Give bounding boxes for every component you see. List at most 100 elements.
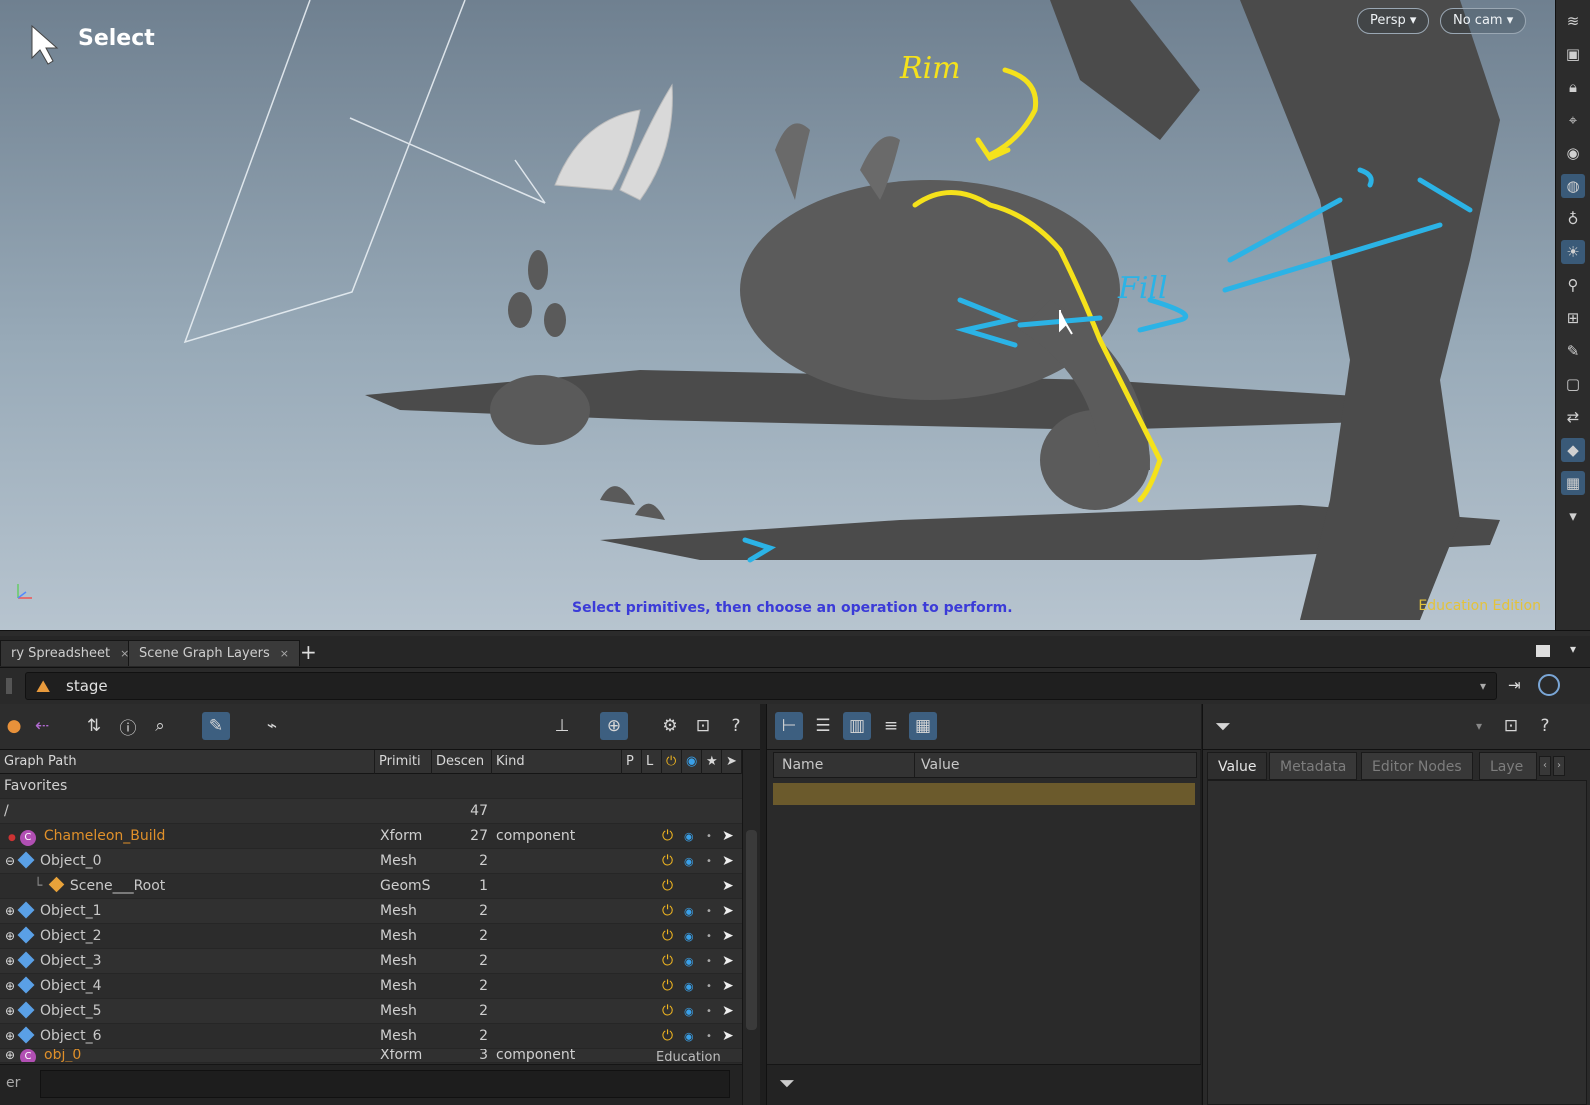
star-icon[interactable]: ★ [702,750,722,774]
add-tab-button[interactable]: + [300,640,317,664]
snapshot-icon[interactable]: ⊡ [689,712,717,740]
expand-icon[interactable]: ⊕ [4,899,16,924]
select-icon[interactable]: ➤ [722,750,742,774]
selected-attribute-row[interactable] [773,783,1195,805]
stage-path-field[interactable]: ⛰ stage ▾ [25,672,1497,700]
selectable-toggle-icon[interactable]: ➤ [722,949,734,974]
snapshot-icon[interactable]: ▣ [1561,42,1585,66]
tree-view-icon[interactable]: ⊢ [775,712,803,740]
collapse-icon[interactable]: ⊖ [4,849,16,874]
column-kind[interactable]: Kind [492,750,622,774]
expand-icon[interactable]: ⊕ [4,1024,16,1049]
scene-viewport[interactable]: Rim Fill Select Persp ▾ No cam ▾ Select … [0,0,1555,630]
lock-icon[interactable]: 🔒︎ [1561,75,1585,99]
solo-dot-icon[interactable]: • [706,974,712,999]
favorites-row[interactable]: Favorites [0,774,742,799]
active-toggle-icon[interactable]: ⏻ [662,874,673,899]
visibility-toggle-icon[interactable]: ◉ [684,899,694,924]
power-icon[interactable]: ⏻ [662,750,682,774]
filter-input[interactable] [40,1070,730,1098]
tab-scene-graph-layers[interactable]: Scene Graph Layers × [128,640,301,666]
camera-light-icon[interactable]: ⚲ [1561,273,1585,297]
rows-view-icon[interactable]: ≡ [877,712,905,740]
solo-dot-icon[interactable]: • [706,1024,712,1049]
perspective-menu-button[interactable]: Persp ▾ [1357,8,1430,34]
draw-icon[interactable]: ✎ [1561,339,1585,363]
expand-icon[interactable]: ⊕ [4,999,16,1024]
edit-icon[interactable]: ✎ [202,712,230,740]
solo-dot-icon[interactable]: • [706,924,712,949]
expand-icon[interactable]: ⊕ [4,949,16,974]
visibility-toggle-icon[interactable]: ◉ [684,974,694,999]
list-view-icon[interactable]: ☰ [809,712,837,740]
column-value[interactable]: Value [914,753,959,777]
solo-dot-icon[interactable]: • [706,999,712,1024]
active-toggle-icon[interactable]: ⏻ [662,974,673,999]
sliders-icon[interactable]: ⇅ [80,712,108,740]
color-icon[interactable]: ◆ [1561,438,1585,462]
target-icon[interactable]: ⊕ [600,712,628,740]
search-icon[interactable]: ⌕ [146,712,174,740]
expand-icon[interactable]: ⊕ [4,1049,16,1062]
visibility-toggle-icon[interactable]: ◉ [684,999,694,1024]
filter-icon[interactable]: ⏷ [779,1071,795,1095]
active-toggle-icon[interactable]: ⏻ [662,899,673,924]
filter-icon[interactable]: ⏷ [1209,712,1237,740]
frame-icon[interactable]: ▢ [1561,372,1585,396]
table-row[interactable]: ● C Chameleon_Build Xform 27 component ⏻ ◉… [0,824,742,849]
column-load[interactable]: L [642,750,662,774]
column-descendants[interactable]: Descen [432,750,492,774]
grid-view-icon[interactable]: ▦ [909,712,937,740]
visibility-tool-icon[interactable]: ⌁ [258,712,286,740]
collapse-icon[interactable]: ⇠ [28,712,56,740]
column-primitive[interactable]: Primiti [375,750,432,774]
chevron-down-icon[interactable]: ▾ [1561,504,1585,528]
link-icon[interactable] [1538,674,1560,696]
help-icon[interactable]: ? [722,712,750,740]
snapshot-icon[interactable]: ⊡ [1497,712,1525,740]
table-row[interactable]: ⊖ Object_0 Mesh 2 ⏻ ◉ • ➤ [0,849,742,874]
info-icon[interactable]: ⓘ [114,712,142,740]
column-graph-path[interactable]: Graph Path [0,750,375,774]
table-row[interactable]: ⊕ Object_3 Mesh 2 ⏻ ◉ • ➤ [0,949,742,974]
pin-icon[interactable]: ⌖ [1561,108,1585,132]
table-row[interactable]: ⊕ Object_4 Mesh 2 ⏻ ◉ • ➤ [0,974,742,999]
expand-icon[interactable]: ⊕ [4,974,16,999]
headlight-icon[interactable]: ☀ [1561,240,1585,264]
active-toggle-icon[interactable]: ⏻ [662,849,673,874]
selectable-toggle-icon[interactable]: ➤ [722,924,734,949]
tab-value[interactable]: Value [1207,752,1268,780]
active-toggle-icon[interactable]: ⏻ [662,949,673,974]
visibility-toggle-icon[interactable]: ◉ [684,849,694,874]
selectable-toggle-icon[interactable]: ➤ [722,849,734,874]
column-payload[interactable]: P [622,750,642,774]
column-name[interactable]: Name [782,753,823,777]
active-toggle-icon[interactable]: ⏻ [662,999,673,1024]
grid-icon[interactable]: ▦ [1561,471,1585,495]
gear-icon[interactable]: ⚙ [656,712,684,740]
camera-menu-button[interactable]: No cam ▾ [1440,8,1527,34]
selectable-toggle-icon[interactable]: ➤ [722,1024,734,1049]
chevron-down-icon[interactable]: ▾ [1465,712,1493,740]
tab-layers[interactable]: Laye [1479,752,1537,780]
stage-icon[interactable]: ● [0,712,28,740]
shading-icon[interactable]: ◍ [1561,174,1585,198]
selectable-toggle-icon[interactable]: ➤ [722,999,734,1024]
solo-dot-icon[interactable]: • [706,849,712,874]
scene-tree-scrollbar[interactable] [742,750,760,1105]
table-row[interactable]: └ Scene___Root GeomS 1 ⏻ ➤ [0,874,742,899]
visibility-toggle-icon[interactable]: ◉ [684,824,694,849]
tab-geometry-spreadsheet[interactable]: ry Spreadsheet × [0,640,141,666]
chevron-down-icon[interactable]: ▾ [1480,673,1486,699]
hierarchy-icon[interactable]: ⊥ [548,712,576,740]
visibility-toggle-icon[interactable]: ◉ [684,949,694,974]
scrollbar-thumb[interactable] [746,830,757,1030]
selectable-toggle-icon[interactable]: ➤ [722,974,734,999]
light-icon[interactable]: ♁ [1561,207,1585,231]
tab-scroll-left-icon[interactable]: ‹ [1539,756,1551,776]
visibility-toggle-icon[interactable]: ◉ [684,1024,694,1049]
table-row[interactable]: ⊕ Object_1 Mesh 2 ⏻ ◉ • ➤ [0,899,742,924]
help-icon[interactable]: ? [1531,712,1559,740]
chevron-down-icon[interactable]: ▾ [1570,642,1576,656]
root-row[interactable]: / 47 [0,799,742,824]
